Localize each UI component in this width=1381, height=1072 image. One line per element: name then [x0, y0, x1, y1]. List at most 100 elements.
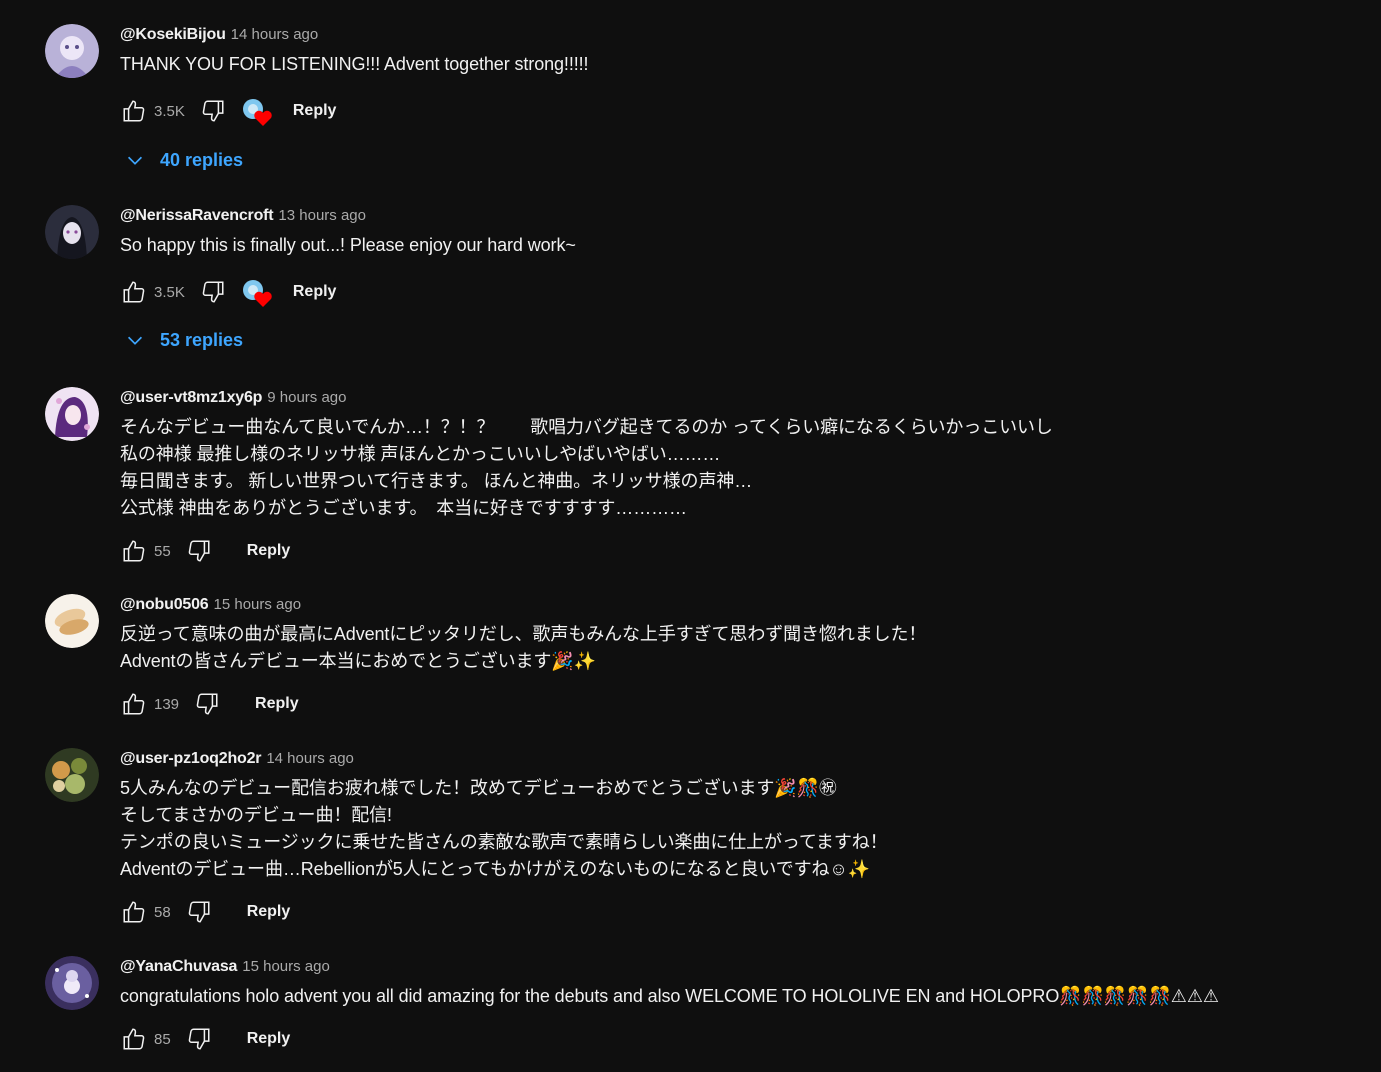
thumb-down-icon — [188, 901, 210, 923]
dislike-button[interactable] — [185, 1025, 213, 1053]
thumb-down-icon — [188, 1028, 210, 1050]
thumb-down-icon — [188, 540, 210, 562]
comment-header: @user-pz1oq2ho2r 14 hours ago — [120, 748, 1341, 770]
thumb-down-icon — [202, 281, 224, 303]
like-button[interactable] — [120, 1025, 148, 1053]
view-replies-button[interactable]: 53 replies — [124, 324, 243, 356]
reply-button[interactable]: Reply — [291, 277, 339, 307]
comment-line: Adventのデビュー曲…Rebellionが5人にとってもかけがえのないものに… — [120, 859, 871, 879]
thumb-up-icon — [123, 540, 145, 562]
comment-time[interactable]: 13 hours ago — [278, 207, 366, 224]
comment-body: @user-pz1oq2ho2r 14 hours ago 5人みんなのデビュー配… — [120, 748, 1341, 883]
view-replies-button[interactable]: 40 replies — [124, 144, 243, 176]
comment-actions: 3.5K Reply — [120, 274, 338, 310]
thumb-up-icon — [123, 1028, 145, 1050]
comment-body: @YanaChuvasa 15 hours ago congratulations… — [120, 956, 1341, 1010]
comment-body: @user-vt8mz1xy6p 9 hours ago そんなデビュー曲なんて良… — [120, 387, 1341, 522]
comment-line: Adventの皆さんデビュー本当におめでとうございます🎉✨ — [120, 651, 596, 671]
comment-body: @NerissaRavencroft 13 hours ago So happy … — [120, 205, 1341, 259]
reply-button[interactable]: Reply — [245, 1024, 293, 1054]
comment-time[interactable]: 15 hours ago — [242, 958, 330, 975]
comment-header: @YanaChuvasa 15 hours ago — [120, 956, 1341, 978]
dislike-button[interactable] — [185, 898, 213, 926]
comment-actions: 55 Reply — [120, 533, 292, 569]
avatar[interactable] — [45, 387, 99, 441]
comment-time[interactable]: 15 hours ago — [214, 596, 302, 613]
comment-body: @nobu0506 15 hours ago 反逆って意味の曲が最高にAdvent… — [120, 594, 1341, 675]
like-count: 3.5K — [154, 102, 185, 120]
creator-heart-icon — [254, 110, 272, 126]
dislike-button[interactable] — [193, 690, 221, 718]
comment-line: congratulations holo advent you all did … — [120, 986, 1219, 1006]
author-name[interactable]: @nobu0506 — [120, 596, 209, 613]
avatar[interactable] — [45, 594, 99, 648]
comment-header: @nobu0506 15 hours ago — [120, 594, 1341, 616]
avatar[interactable] — [45, 748, 99, 802]
comment-time[interactable]: 9 hours ago — [267, 389, 346, 406]
comment-actions: 3.5K Reply — [120, 93, 338, 129]
chevron-down-icon — [127, 156, 143, 165]
comment-line: 毎日聞きます。 新しい世界ついて行きます。 ほんと神曲。ネリッサ様の声神… — [120, 471, 753, 491]
reply-button[interactable]: Reply — [253, 689, 301, 719]
comment-line: 反逆って意味の曲が最高にAdventにピッタリだし、歌声もみんな上手すぎて思わず… — [120, 624, 927, 644]
like-button[interactable] — [120, 898, 148, 926]
dislike-button[interactable] — [185, 537, 213, 565]
like-count: 139 — [154, 695, 180, 713]
comment-line: 公式様 神曲をありがとうございます。 本当に好きですすすす………… — [120, 498, 687, 518]
comments-section: @KosekiBijou 14 hours ago THANK YOU FOR L… — [0, 0, 1381, 1072]
comment-time[interactable]: 14 hours ago — [266, 750, 354, 767]
avatar[interactable] — [45, 956, 99, 1010]
comment-text: THANK YOU FOR LISTENING!!! Advent togeth… — [120, 51, 1341, 78]
comment-text: 5人みんなのデビュー配信お疲れ様でした！改めてデビューおめでとうございます🎉🎊㊗… — [120, 775, 1341, 883]
comment-body: @KosekiBijou 14 hours ago THANK YOU FOR L… — [120, 24, 1341, 78]
creator-heart-badge — [241, 95, 273, 127]
dislike-button[interactable] — [199, 278, 227, 306]
creator-heart-icon — [254, 291, 272, 307]
thumb-down-icon — [202, 100, 224, 122]
comment-actions: 139 Reply — [120, 686, 301, 722]
reply-button[interactable]: Reply — [291, 96, 339, 126]
like-button[interactable] — [120, 278, 148, 306]
replies-count: 53 replies — [160, 329, 244, 350]
thumb-down-icon — [196, 693, 218, 715]
comment-header: @KosekiBijou 14 hours ago — [120, 24, 1341, 46]
avatar[interactable] — [45, 24, 99, 78]
like-button[interactable] — [120, 537, 148, 565]
comment-line: 私の神様 最推し様のネリッサ様 声ほんとかっこいいしやばいやばい……… — [120, 444, 721, 464]
comment-actions: 85 Reply — [120, 1021, 292, 1057]
reply-button[interactable]: Reply — [245, 897, 293, 927]
reply-button[interactable]: Reply — [245, 536, 293, 566]
comment-line: So happy this is finally out...! Please … — [120, 235, 576, 255]
comment-text: 反逆って意味の曲が最高にAdventにピッタリだし、歌声もみんな上手すぎて思わず… — [120, 621, 1341, 675]
like-button[interactable] — [120, 690, 148, 718]
author-name[interactable]: @user-vt8mz1xy6p — [120, 389, 262, 406]
comment-header: @user-vt8mz1xy6p 9 hours ago — [120, 387, 1341, 409]
comment-text: そんなデビュー曲なんて良いでんか…！？！？ 歌唱力バグ起きてるのか ってくらい癖… — [120, 414, 1341, 522]
comment-time[interactable]: 14 hours ago — [231, 26, 319, 43]
comment-text: So happy this is finally out...! Please … — [120, 232, 1341, 259]
thumb-up-icon — [123, 100, 145, 122]
comment-text: congratulations holo advent you all did … — [120, 983, 1341, 1010]
like-count: 3.5K — [154, 283, 185, 301]
thumb-up-icon — [123, 901, 145, 923]
chevron-down-icon — [127, 336, 143, 345]
comment-actions: 58 Reply — [120, 894, 292, 930]
author-name[interactable]: @YanaChuvasa — [120, 958, 237, 975]
avatar[interactable] — [45, 205, 99, 259]
like-count: 58 — [154, 903, 171, 921]
comment-line: そしてまさかのデビュー曲！配信! — [120, 805, 392, 825]
comment-line: そんなデビュー曲なんて良いでんか…！？！？ 歌唱力バグ起きてるのか ってくらい癖… — [120, 417, 1053, 437]
comment-line: 5人みんなのデビュー配信お疲れ様でした！改めてデビューおめでとうございます🎉🎊㊗ — [120, 778, 837, 798]
thumb-up-icon — [123, 281, 145, 303]
like-button[interactable] — [120, 97, 148, 125]
thumb-up-icon — [123, 693, 145, 715]
comment-header: @NerissaRavencroft 13 hours ago — [120, 205, 1341, 227]
author-name[interactable]: @NerissaRavencroft — [120, 207, 274, 224]
author-name[interactable]: @KosekiBijou — [120, 26, 226, 43]
creator-heart-badge — [241, 276, 273, 308]
dislike-button[interactable] — [199, 97, 227, 125]
like-count: 85 — [154, 1030, 171, 1048]
comment-line: テンポの良いミュージックに乗せた皆さんの素敵な歌声で素晴らしい楽曲に仕上がってま… — [120, 832, 888, 852]
author-name[interactable]: @user-pz1oq2ho2r — [120, 750, 262, 767]
like-count: 55 — [154, 542, 171, 560]
